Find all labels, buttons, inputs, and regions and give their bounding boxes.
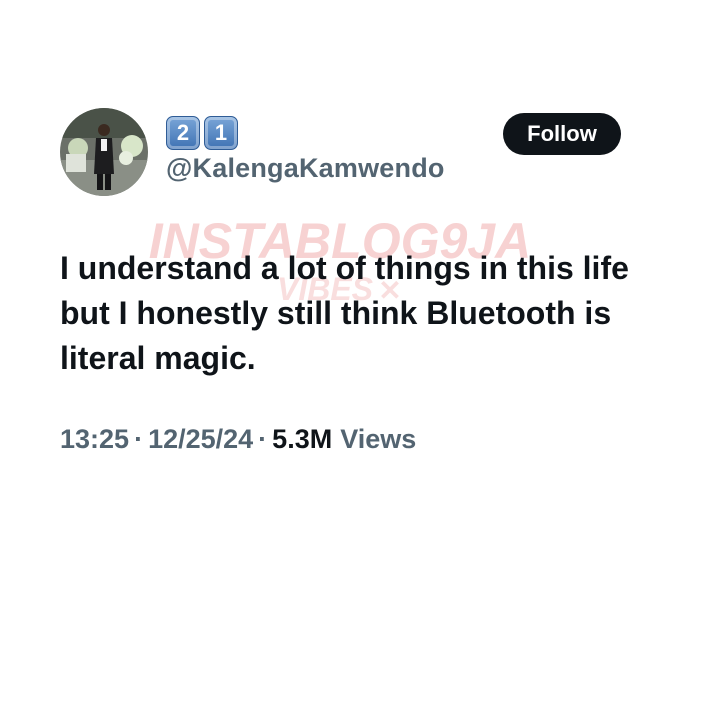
tweet-card: 2 1 @KalengaKamwendo Follow INSTABLOG9JA…	[0, 0, 720, 720]
avatar-photo	[60, 108, 148, 196]
user-handle[interactable]: @KalengaKamwendo	[166, 153, 445, 184]
tweet-text: I understand a lot of things in this lif…	[60, 250, 629, 376]
tweet-date[interactable]: 12/25/24	[148, 424, 253, 455]
tweet-meta: 13:25 · 12/25/24 · 5.3M Views	[60, 424, 416, 455]
keycap-digit-one: 1	[204, 116, 238, 150]
meta-separator: ·	[134, 424, 144, 454]
keycap-digit-two: 2	[166, 116, 200, 150]
display-name[interactable]: 2 1	[166, 116, 238, 150]
avatar[interactable]	[60, 108, 148, 196]
views-count: 5.3M	[272, 424, 333, 454]
meta-separator: ·	[258, 424, 268, 454]
views-label[interactable]: Views	[332, 424, 416, 455]
follow-button[interactable]: Follow	[503, 113, 621, 155]
tweet-time[interactable]: 13:25	[60, 424, 129, 455]
